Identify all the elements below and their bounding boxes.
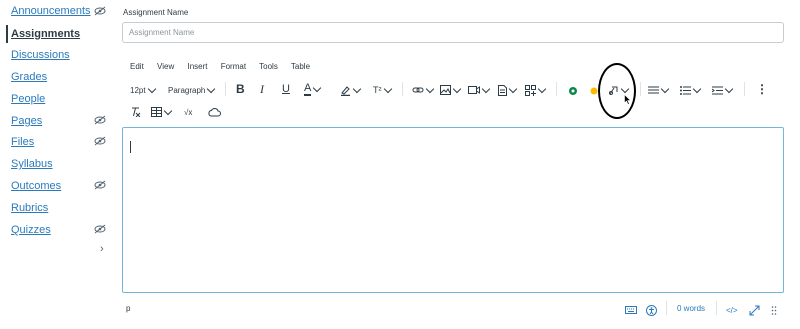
highlighter-icon (341, 85, 350, 96)
media-button[interactable] (468, 82, 491, 98)
chevron-down-icon (163, 106, 173, 115)
media-icon (468, 86, 480, 94)
assignment-name-label: Assignment Name (123, 8, 189, 17)
menu-tools[interactable]: Tools (259, 62, 278, 71)
assignment-name-input[interactable] (122, 22, 784, 43)
nav-assignments[interactable]: Assignments (11, 25, 111, 43)
math-equation-button[interactable]: √x (184, 104, 192, 120)
bold-button[interactable]: B (236, 81, 245, 97)
status-divider (666, 301, 667, 315)
nav-syllabus[interactable]: Syllabus (11, 155, 111, 173)
toolbar-divider (402, 82, 403, 96)
block-format-select[interactable]: Paragraph (168, 82, 216, 98)
image-button[interactable] (440, 82, 462, 98)
keyboard-shortcuts-button[interactable] (625, 302, 637, 318)
menu-format[interactable]: Format (221, 62, 246, 71)
accessibility-checker-button[interactable] (646, 302, 657, 318)
active-indicator (6, 25, 8, 43)
align-button[interactable] (648, 82, 670, 98)
chevron-down-icon (537, 84, 547, 93)
table-button[interactable] (151, 104, 173, 120)
superscript-button[interactable]: T² (373, 82, 392, 98)
chevron-down-icon (313, 83, 322, 92)
html-editor-toggle[interactable]: </> (726, 302, 738, 318)
nav-discussions[interactable]: Discussions (11, 46, 111, 64)
fullscreen-icon (749, 305, 760, 315)
bullet-list-button[interactable] (680, 82, 702, 98)
collapse-nav-button[interactable]: › (100, 243, 104, 255)
chevron-down-icon (692, 84, 702, 93)
menu-view[interactable]: View (157, 62, 174, 71)
chevron-down-icon (352, 84, 362, 93)
toolbar-divider (744, 82, 745, 96)
chevron-down-icon (383, 84, 392, 93)
yellow-circle-icon (590, 87, 598, 95)
italic-button[interactable]: I (260, 81, 264, 97)
chevron-down-icon (207, 84, 216, 93)
document-button[interactable] (498, 82, 518, 98)
image-icon (440, 85, 451, 95)
editor-menubar: Edit View Insert Format Tools Table (130, 62, 321, 74)
chevron-down-icon (147, 84, 156, 93)
highlight-color-button[interactable] (340, 82, 362, 98)
toolbar-divider (640, 82, 641, 96)
font-size-select[interactable]: 12pt (130, 82, 156, 98)
indent-icon (712, 86, 723, 94)
course-navigation: Announcements Assignments Discussions Gr… (0, 0, 112, 329)
menu-edit[interactable]: Edit (130, 62, 144, 71)
chevron-down-icon (724, 84, 734, 93)
font-color-button[interactable]: A (304, 81, 322, 97)
hidden-eye-icon (94, 115, 106, 125)
indent-button[interactable] (712, 82, 734, 98)
status-divider (716, 301, 717, 315)
align-left-icon (648, 86, 659, 93)
hidden-eye-icon (94, 6, 106, 16)
hidden-eye-icon (94, 136, 106, 146)
resize-handle[interactable] (771, 302, 777, 318)
underline-button[interactable]: U (282, 81, 290, 97)
bullet-list-icon (680, 85, 691, 95)
clear-formatting-icon (132, 107, 141, 117)
rich-text-editor[interactable] (122, 127, 784, 293)
green-circle-icon (569, 87, 577, 95)
mouse-pointer-icon (624, 94, 632, 105)
text-caret (130, 141, 131, 153)
chevron-down-icon (481, 84, 491, 93)
apps-icon (525, 84, 536, 96)
chevron-down-icon (452, 84, 462, 93)
cloud-icon (208, 108, 221, 117)
cloud-upload-button[interactable] (208, 104, 221, 120)
link-button[interactable] (412, 82, 435, 98)
annotation-circle (598, 63, 636, 119)
hidden-eye-icon (94, 224, 106, 234)
nav-people[interactable]: People (11, 90, 111, 108)
toolbar-divider (225, 82, 226, 96)
hidden-eye-icon (94, 180, 106, 190)
nav-grades[interactable]: Grades (11, 68, 111, 86)
clear-formatting-button[interactable] (130, 104, 141, 120)
fullscreen-button[interactable] (749, 302, 760, 318)
keyboard-icon (625, 306, 637, 314)
accessibility-icon (646, 304, 657, 316)
document-icon (498, 84, 507, 96)
element-path[interactable]: p (126, 304, 130, 313)
table-icon (151, 107, 162, 117)
chevron-down-icon (508, 84, 518, 93)
menu-table[interactable]: Table (291, 62, 310, 71)
green-tool-button[interactable] (568, 83, 578, 99)
drag-handle-icon (771, 305, 777, 315)
more-options-button[interactable]: ⋮ (756, 81, 768, 97)
word-count: 0 words (677, 304, 706, 313)
link-icon (412, 87, 424, 93)
chevron-down-icon (660, 84, 670, 93)
chevron-down-icon (425, 84, 435, 93)
toolbar-divider (556, 82, 557, 96)
nav-rubrics[interactable]: Rubrics (11, 199, 111, 217)
menu-insert[interactable]: Insert (187, 62, 207, 71)
yellow-tool-button[interactable] (590, 83, 598, 99)
apps-button[interactable] (525, 82, 547, 98)
